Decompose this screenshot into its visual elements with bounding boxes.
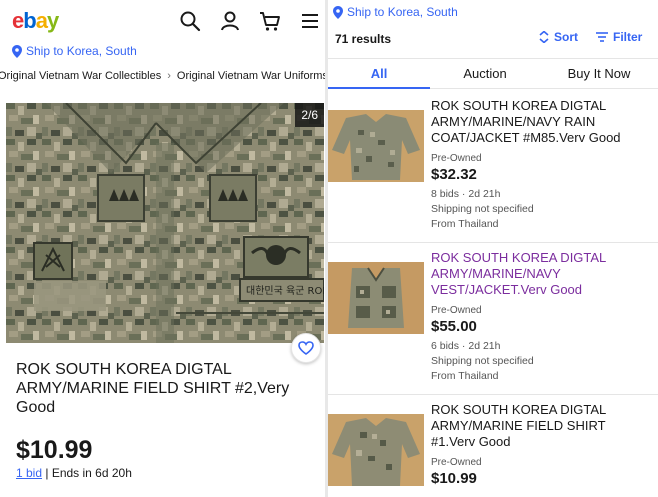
listing-thumbnail[interactable] [328, 110, 424, 182]
listing-price: $32.32 [431, 166, 477, 183]
row-divider [328, 394, 658, 395]
filter-label: Filter [613, 30, 643, 44]
logo-letter-y: y [46, 8, 59, 33]
listing-shipping: Shipping not specified [431, 355, 534, 367]
sort-button[interactable]: Sort [539, 30, 578, 44]
bid-info: 1 bid | Ends in 6d 20h [16, 466, 132, 480]
list-item[interactable]: ROK SOUTH KOREA DIGTAL ARMY/MARINE/NAVY … [328, 98, 658, 242]
sort-label: Sort [554, 30, 578, 44]
breadcrumb-item-uniforms[interactable]: Original Vietnam War Uniforms [177, 70, 325, 82]
search-icon[interactable] [179, 10, 201, 32]
bid-count-link[interactable]: 1 bid [16, 466, 42, 480]
listing-title[interactable]: ROK SOUTH KOREA DIGTAL ARMY/MARINE/NAVY … [431, 250, 631, 298]
item-price: $10.99 [16, 436, 93, 464]
logo-letter-e: e [12, 8, 24, 33]
tab-buy-it-now[interactable]: Buy It Now [540, 59, 658, 89]
listing-bids: 6 bids · 2d 21h [431, 340, 501, 352]
search-results-pane: Ship to Korea, South 71 results Sort Fil… [328, 0, 658, 497]
filter-button[interactable]: Filter [596, 30, 642, 44]
listing-shipping: Shipping not specified [431, 203, 534, 215]
listing-condition: Pre-Owned [431, 457, 482, 468]
location-pin-icon [12, 44, 22, 58]
top-bar: ebay [0, 0, 325, 42]
breadcrumb: Original Vietnam War Collectibles › Origin… [0, 70, 325, 82]
listing-bids: 8 bids · 2d 21h [431, 188, 501, 200]
location-pin-icon [333, 5, 343, 19]
logo-letter-a: a [35, 8, 48, 33]
chevron-right-icon: › [167, 70, 171, 82]
heart-icon [298, 341, 314, 355]
tab-auction[interactable]: Auction [430, 59, 540, 89]
listing-price: $55.00 [431, 318, 477, 335]
list-item[interactable]: ROK SOUTH KOREA DIGTAL ARMY/MARINE FIELD… [328, 402, 658, 497]
ship-to-location[interactable]: Ship to Korea, South [12, 44, 137, 58]
item-photo[interactable]: 대한민국 육군 ROK 2/6 [6, 103, 324, 343]
listing-price: $10.99 [431, 470, 477, 487]
listing-thumbnail[interactable] [328, 262, 424, 334]
row-divider [328, 242, 658, 243]
listing-title[interactable]: ROK SOUTH KOREA DIGTAL ARMY/MARINE FIELD… [431, 402, 631, 450]
ebay-logo[interactable]: ebay [12, 8, 59, 34]
watch-button[interactable] [291, 333, 321, 363]
time-left: | Ends in 6d 20h [45, 466, 132, 480]
listing-origin: From Thailand [431, 218, 499, 230]
listing-condition: Pre-Owned [431, 305, 482, 316]
sort-icon [539, 31, 549, 43]
image-counter: 2/6 [295, 103, 324, 127]
item-title: ROK SOUTH KOREA DIGTAL ARMY/MARINE FIELD… [16, 361, 290, 416]
filter-icon [596, 32, 608, 42]
cart-icon[interactable] [259, 10, 281, 32]
listing-condition: Pre-Owned [431, 153, 482, 164]
results-count: 71 results [335, 32, 392, 46]
svg-text:대한민국 육군 ROK: 대한민국 육군 ROK [246, 285, 324, 297]
listing-thumbnail[interactable] [328, 414, 424, 486]
item-detail-pane: ebay Ship to Korea, South Original Vietn… [0, 0, 325, 497]
ship-to-location[interactable]: Ship to Korea, South [333, 5, 458, 19]
list-item[interactable]: ROK SOUTH KOREA DIGTAL ARMY/MARINE/NAVY … [328, 250, 658, 394]
breadcrumb-item-collectibles[interactable]: Original Vietnam War Collectibles [0, 70, 161, 82]
user-icon[interactable] [219, 10, 241, 32]
menu-icon[interactable] [299, 10, 321, 32]
tab-all[interactable]: All [328, 59, 430, 89]
ship-to-label: Ship to Korea, South [26, 44, 137, 58]
ship-to-label: Ship to Korea, South [347, 5, 458, 19]
listing-type-tabs: All Auction Buy It Now [328, 58, 658, 89]
logo-letter-b: b [23, 8, 36, 33]
listing-origin: From Thailand [431, 370, 499, 382]
listing-title[interactable]: ROK SOUTH KOREA DIGTAL ARMY/MARINE/NAVY … [431, 98, 631, 146]
